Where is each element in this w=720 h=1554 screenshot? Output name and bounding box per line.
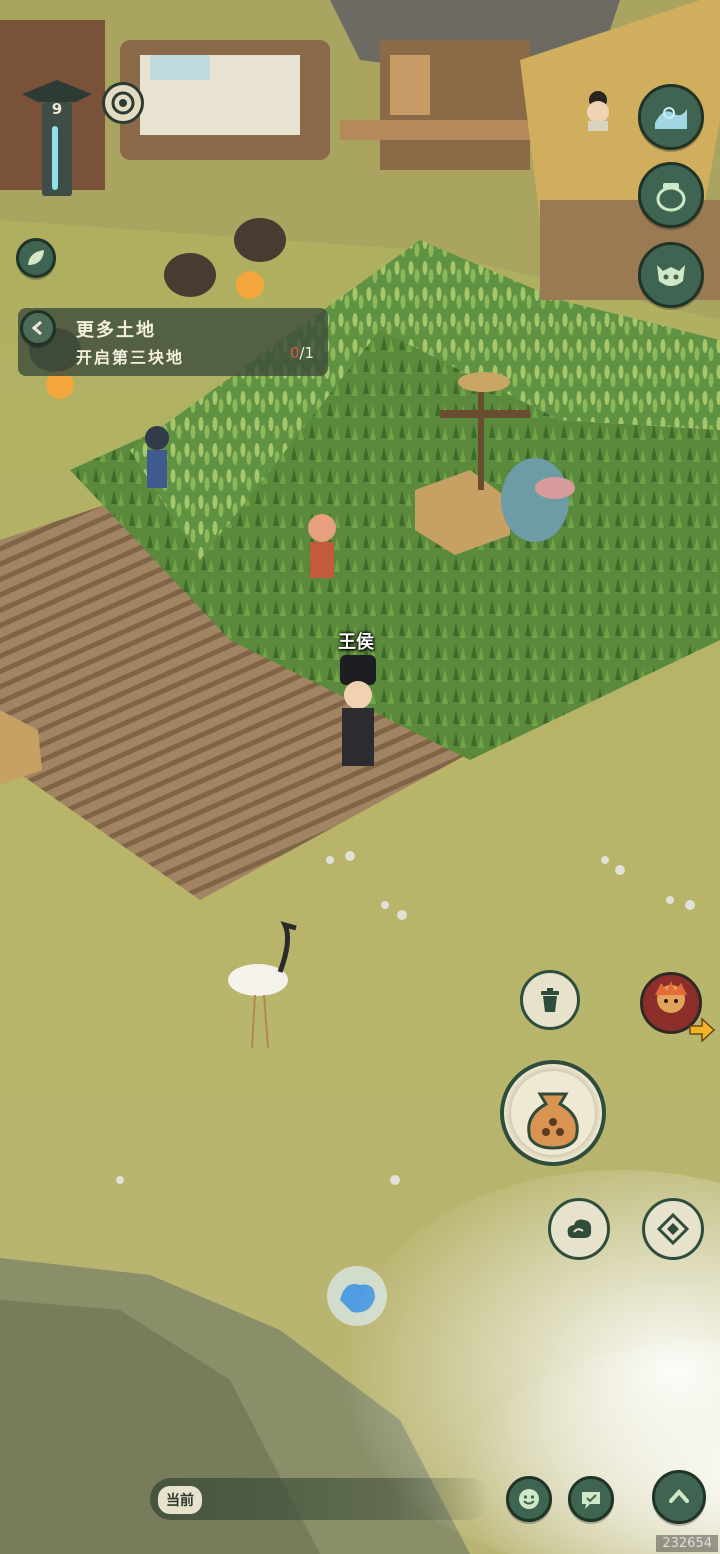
leaf-button[interactable] <box>16 238 56 278</box>
chevron-left-icon <box>31 320 42 336</box>
seed-bag-icon <box>527 1092 579 1150</box>
session-id-watermark: 232654 <box>656 1535 718 1552</box>
chevron-up-icon <box>669 1488 689 1503</box>
level-number: 9 <box>51 100 63 118</box>
chat-input-bar[interactable]: 当前 <box>150 1478 490 1520</box>
leaf-icon <box>28 250 44 265</box>
game-scene-background <box>0 0 720 1554</box>
chat-channel-label[interactable]: 当前 <box>158 1486 202 1514</box>
emoji-button[interactable] <box>506 1476 552 1522</box>
expand-up-button[interactable] <box>652 1470 706 1524</box>
npc-avatar-icon <box>587 91 609 131</box>
pot-button[interactable] <box>638 162 704 228</box>
quest-progress: 0/1 <box>290 344 314 362</box>
diamond-target-icon <box>656 1212 690 1246</box>
quest-progress-current: 0 <box>289 344 300 362</box>
smile-icon <box>519 1489 539 1509</box>
waves-icon <box>655 107 687 129</box>
quest-collapse-button[interactable] <box>20 310 56 346</box>
mask-button[interactable] <box>638 242 704 308</box>
chat-button[interactable] <box>568 1476 614 1522</box>
quest-progress-total: /1 <box>299 344 314 362</box>
chat-icon <box>582 1492 600 1509</box>
level-pillar-icon <box>22 80 92 196</box>
pot-icon <box>656 183 686 212</box>
target-button[interactable] <box>642 1198 704 1260</box>
arrow-right-icon <box>686 1014 716 1044</box>
cloud-icon <box>567 1219 592 1238</box>
cloud-button[interactable] <box>548 1198 610 1260</box>
quest-title: 更多土地 <box>76 320 156 341</box>
mask-icon <box>657 265 685 286</box>
quest-panel[interactable]: 更多土地 开启第三块地 0/1 <box>18 308 328 376</box>
quest-description: 开启第三块地 <box>76 348 185 367</box>
compass-button[interactable] <box>102 82 144 124</box>
compass-icon <box>111 91 135 115</box>
trash-button[interactable] <box>520 970 580 1030</box>
player-name: 王侯 <box>338 632 374 653</box>
npc-portrait[interactable] <box>576 88 620 132</box>
trash-icon <box>541 988 559 1012</box>
level-indicator[interactable]: 9 <box>22 80 92 200</box>
waves-button[interactable] <box>638 84 704 150</box>
seed-bag-button[interactable] <box>500 1060 606 1166</box>
